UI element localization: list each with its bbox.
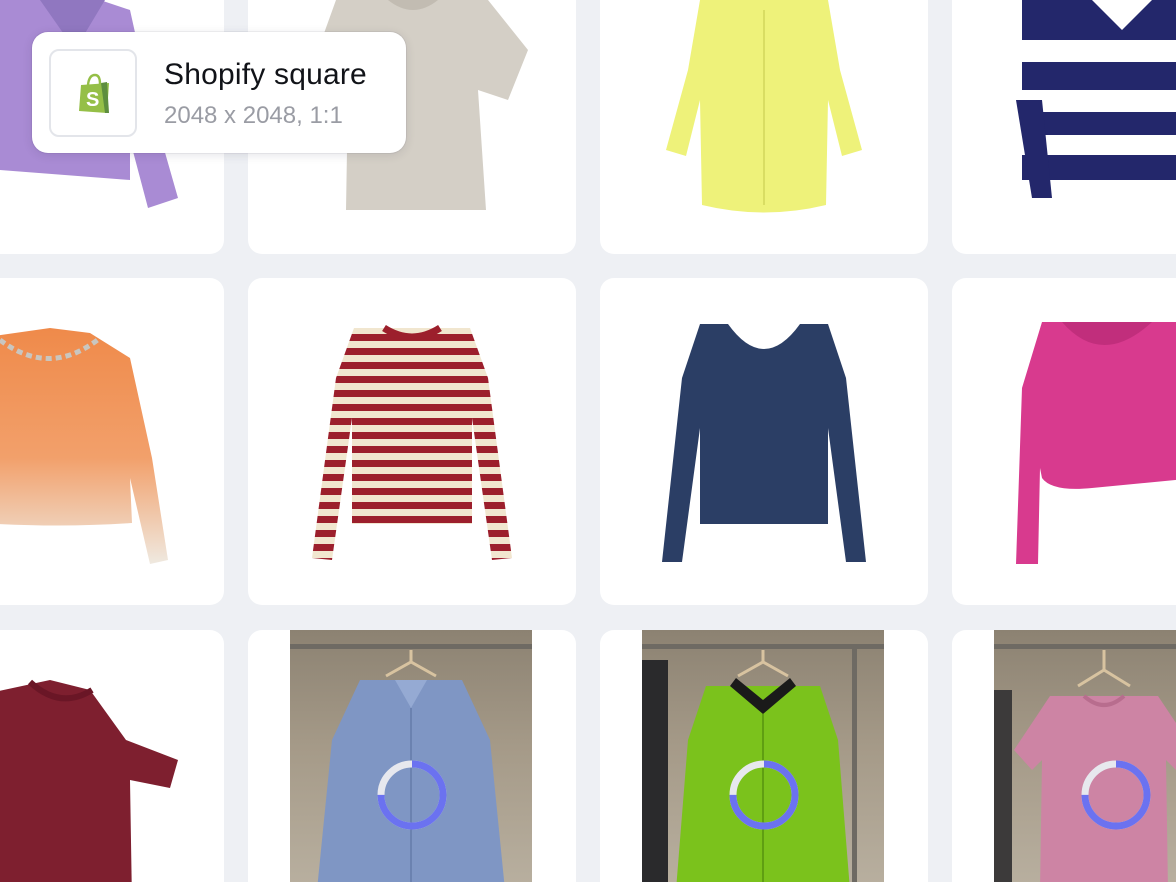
striped-longsleeve-image [312, 324, 512, 560]
format-tooltip: S Shopify square 2048 x 2048, 1:1 [32, 32, 406, 153]
product-card-12[interactable] [952, 630, 1176, 882]
product-card-6[interactable] [248, 278, 576, 605]
tooltip-title: Shopify square [164, 58, 367, 91]
pink-tshirt-photo [994, 630, 1176, 882]
product-card-4[interactable] [952, 0, 1176, 254]
product-card-8[interactable] [952, 278, 1176, 605]
burgundy-tshirt-image [0, 679, 178, 882]
product-card-7[interactable] [600, 278, 928, 605]
product-card-9[interactable] [0, 630, 224, 882]
svg-text:S: S [86, 89, 99, 111]
loading-spinner-icon [377, 760, 447, 830]
navy-longsleeve-image [662, 324, 866, 562]
shopify-bag-icon: S [79, 73, 109, 113]
tooltip-dimensions: 2048 x 2048, 1:1 [164, 102, 343, 129]
shopify-logo-box: S [49, 49, 137, 137]
pink-hoodie-image [1016, 322, 1176, 564]
orange-sweater-image [0, 328, 168, 564]
yellow-shirt-image [666, 0, 862, 213]
loading-spinner-icon [1081, 760, 1151, 830]
product-card-5[interactable] [0, 278, 224, 605]
striped-rugby-shirt-image [1016, 0, 1176, 198]
green-cardigan-photo [642, 630, 884, 882]
product-card-3[interactable] [600, 0, 928, 254]
loading-spinner-icon [729, 760, 799, 830]
product-card-10[interactable] [248, 630, 576, 882]
product-card-11[interactable] [600, 630, 928, 882]
blue-shirt-photo [290, 630, 532, 882]
